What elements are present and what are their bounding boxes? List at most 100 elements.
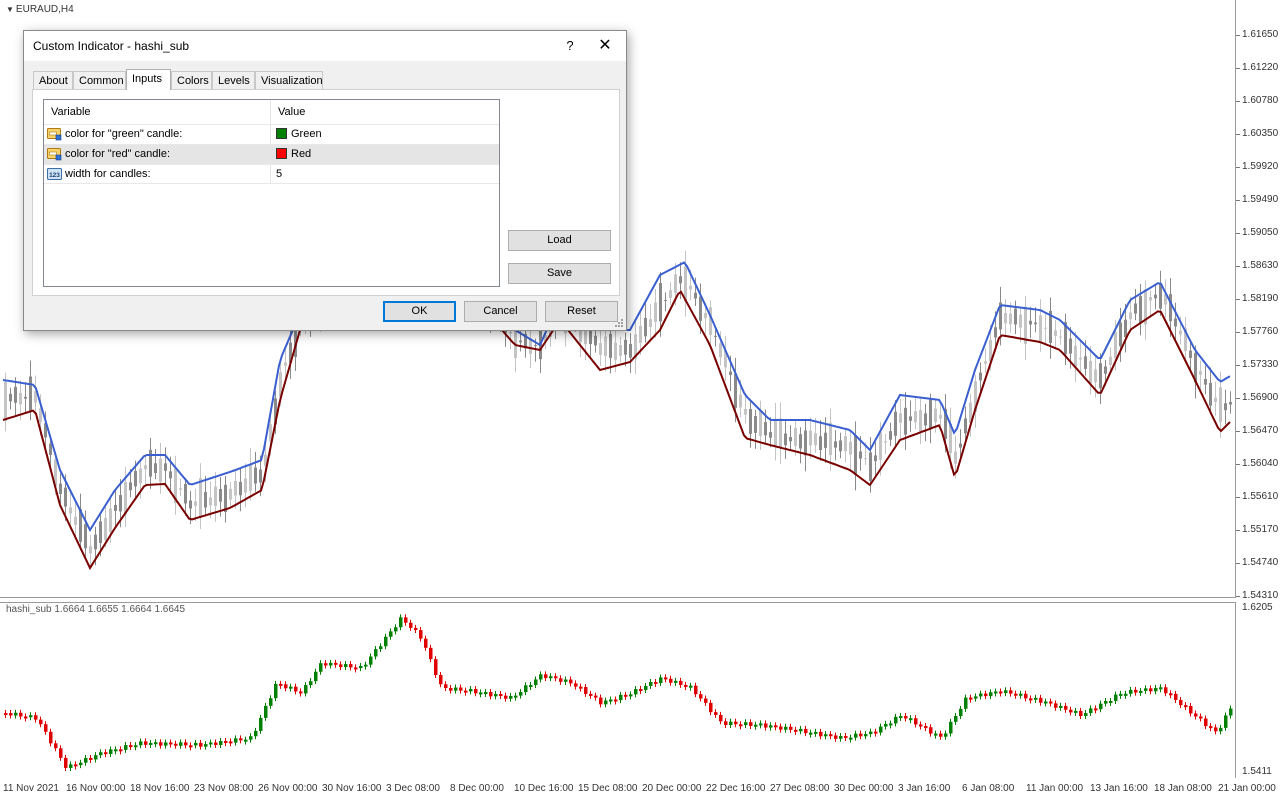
price-candle	[1199, 371, 1202, 375]
price-candle	[844, 436, 847, 452]
ha-candle	[609, 699, 613, 702]
price-candle	[1029, 320, 1032, 325]
price-axis[interactable]: 1.61650 1.61220 1.60780 1.60350 1.59920 1.594…	[1236, 0, 1280, 780]
ha-candle	[434, 659, 438, 675]
ha-candle	[1089, 708, 1093, 714]
column-header-value[interactable]: Value	[271, 100, 499, 124]
price-candle	[1044, 327, 1047, 329]
ha-candle	[324, 663, 328, 666]
ha-candle	[1024, 693, 1028, 699]
inputs-panel: Variable Value color for "green" candle:…	[32, 89, 620, 296]
price-candle	[124, 482, 127, 515]
ha-candle	[199, 742, 203, 747]
ha-candle	[69, 764, 73, 768]
price-candle	[639, 325, 642, 343]
price-candle	[869, 452, 872, 481]
ha-candle	[279, 683, 283, 686]
ha-candle	[974, 696, 978, 699]
value-cell[interactable]: Red	[271, 145, 499, 164]
dialog-titlebar[interactable]: Custom Indicator - hashi_sub ? ✕	[24, 31, 626, 61]
tab-inputs[interactable]: Inputs	[126, 69, 171, 90]
ha-candle	[634, 689, 638, 695]
tab-common[interactable]: Common	[73, 71, 126, 89]
ha-candle	[979, 693, 983, 697]
price-candle	[1224, 403, 1227, 411]
price-candle	[159, 458, 162, 482]
dropdown-triangle-icon: ▼	[6, 5, 14, 14]
value-cell[interactable]: 5	[271, 165, 499, 184]
indicator-subwindow[interactable]	[0, 602, 1236, 778]
ha-candle	[579, 686, 583, 689]
price-candle	[144, 465, 147, 470]
ha-candle	[1194, 713, 1198, 717]
price-candle	[1139, 296, 1142, 323]
time-label: 16 Nov 00:00	[66, 783, 126, 794]
ha-candle	[489, 692, 493, 697]
variable-cell: 123 width for candles:	[44, 165, 271, 184]
ha-candle	[949, 721, 953, 734]
time-label: 27 Dec 08:00	[770, 783, 830, 794]
price-tick	[1236, 398, 1240, 399]
price-candle	[184, 483, 187, 504]
ha-candle	[79, 762, 83, 766]
reset-button[interactable]: Reset	[545, 301, 618, 322]
ha-candle	[49, 731, 53, 744]
ha-candle	[289, 686, 293, 689]
ha-candle	[314, 671, 318, 682]
price-candle	[509, 331, 512, 334]
load-button[interactable]: Load	[508, 230, 611, 251]
cancel-button[interactable]: Cancel	[464, 301, 537, 322]
price-candle	[1059, 336, 1062, 338]
price-candle	[189, 500, 192, 509]
ha-candle	[1124, 693, 1128, 696]
tab-about[interactable]: About	[33, 71, 73, 89]
ha-candle	[539, 674, 543, 680]
price-tick	[1236, 563, 1240, 564]
time-label: 3 Dec 08:00	[386, 783, 440, 794]
ha-candle	[1104, 700, 1108, 704]
ha-candle	[989, 692, 993, 697]
time-axis[interactable]: 11 Nov 2021 16 Nov 00:00 18 Nov 16:00 23 No…	[0, 780, 1280, 800]
tab-colors[interactable]: Colors	[171, 71, 212, 89]
price-candle	[624, 339, 627, 355]
price-candle	[214, 486, 217, 507]
ha-candle	[819, 731, 823, 737]
ha-candle	[904, 716, 908, 719]
price-label: 1.56900	[1242, 392, 1279, 403]
price-candle	[1159, 283, 1162, 309]
resize-grip-icon[interactable]	[614, 318, 624, 328]
ha-candle	[619, 694, 623, 701]
tab-visualization[interactable]: Visualization	[255, 71, 323, 89]
save-button[interactable]: Save	[508, 263, 611, 284]
ha-candle	[1229, 708, 1233, 716]
ha-candle	[1129, 689, 1133, 694]
ha-candle	[1069, 709, 1073, 713]
ha-candle	[99, 752, 103, 756]
ha-candle	[694, 685, 698, 695]
column-header-variable[interactable]: Variable	[44, 100, 271, 124]
table-row[interactable]: 123 width for candles: 5	[44, 164, 499, 184]
value-cell[interactable]: Green	[271, 125, 499, 144]
ha-candle	[919, 724, 923, 727]
ok-button[interactable]: OK	[383, 301, 456, 322]
help-button[interactable]: ?	[555, 35, 585, 57]
price-candle	[1069, 338, 1072, 354]
ha-candle	[714, 712, 718, 715]
price-candle	[209, 497, 212, 506]
table-row[interactable]: color for "green" candle: Green	[44, 124, 499, 144]
price-candle	[284, 362, 287, 366]
ha-candle	[1049, 701, 1053, 704]
price-candle	[1119, 322, 1122, 347]
ha-candle	[834, 735, 838, 739]
price-candle	[964, 418, 967, 434]
price-candle	[1004, 313, 1007, 324]
close-button[interactable]: ✕	[590, 35, 620, 57]
price-candle	[244, 478, 247, 493]
table-row[interactable]: color for "red" candle: Red	[44, 144, 499, 164]
tab-levels[interactable]: Levels	[212, 71, 255, 89]
ha-candle	[589, 693, 593, 696]
time-label: 20 Dec 00:00	[642, 783, 702, 794]
price-candle	[1054, 330, 1057, 337]
ha-candle	[954, 716, 958, 722]
price-candle	[764, 422, 767, 436]
